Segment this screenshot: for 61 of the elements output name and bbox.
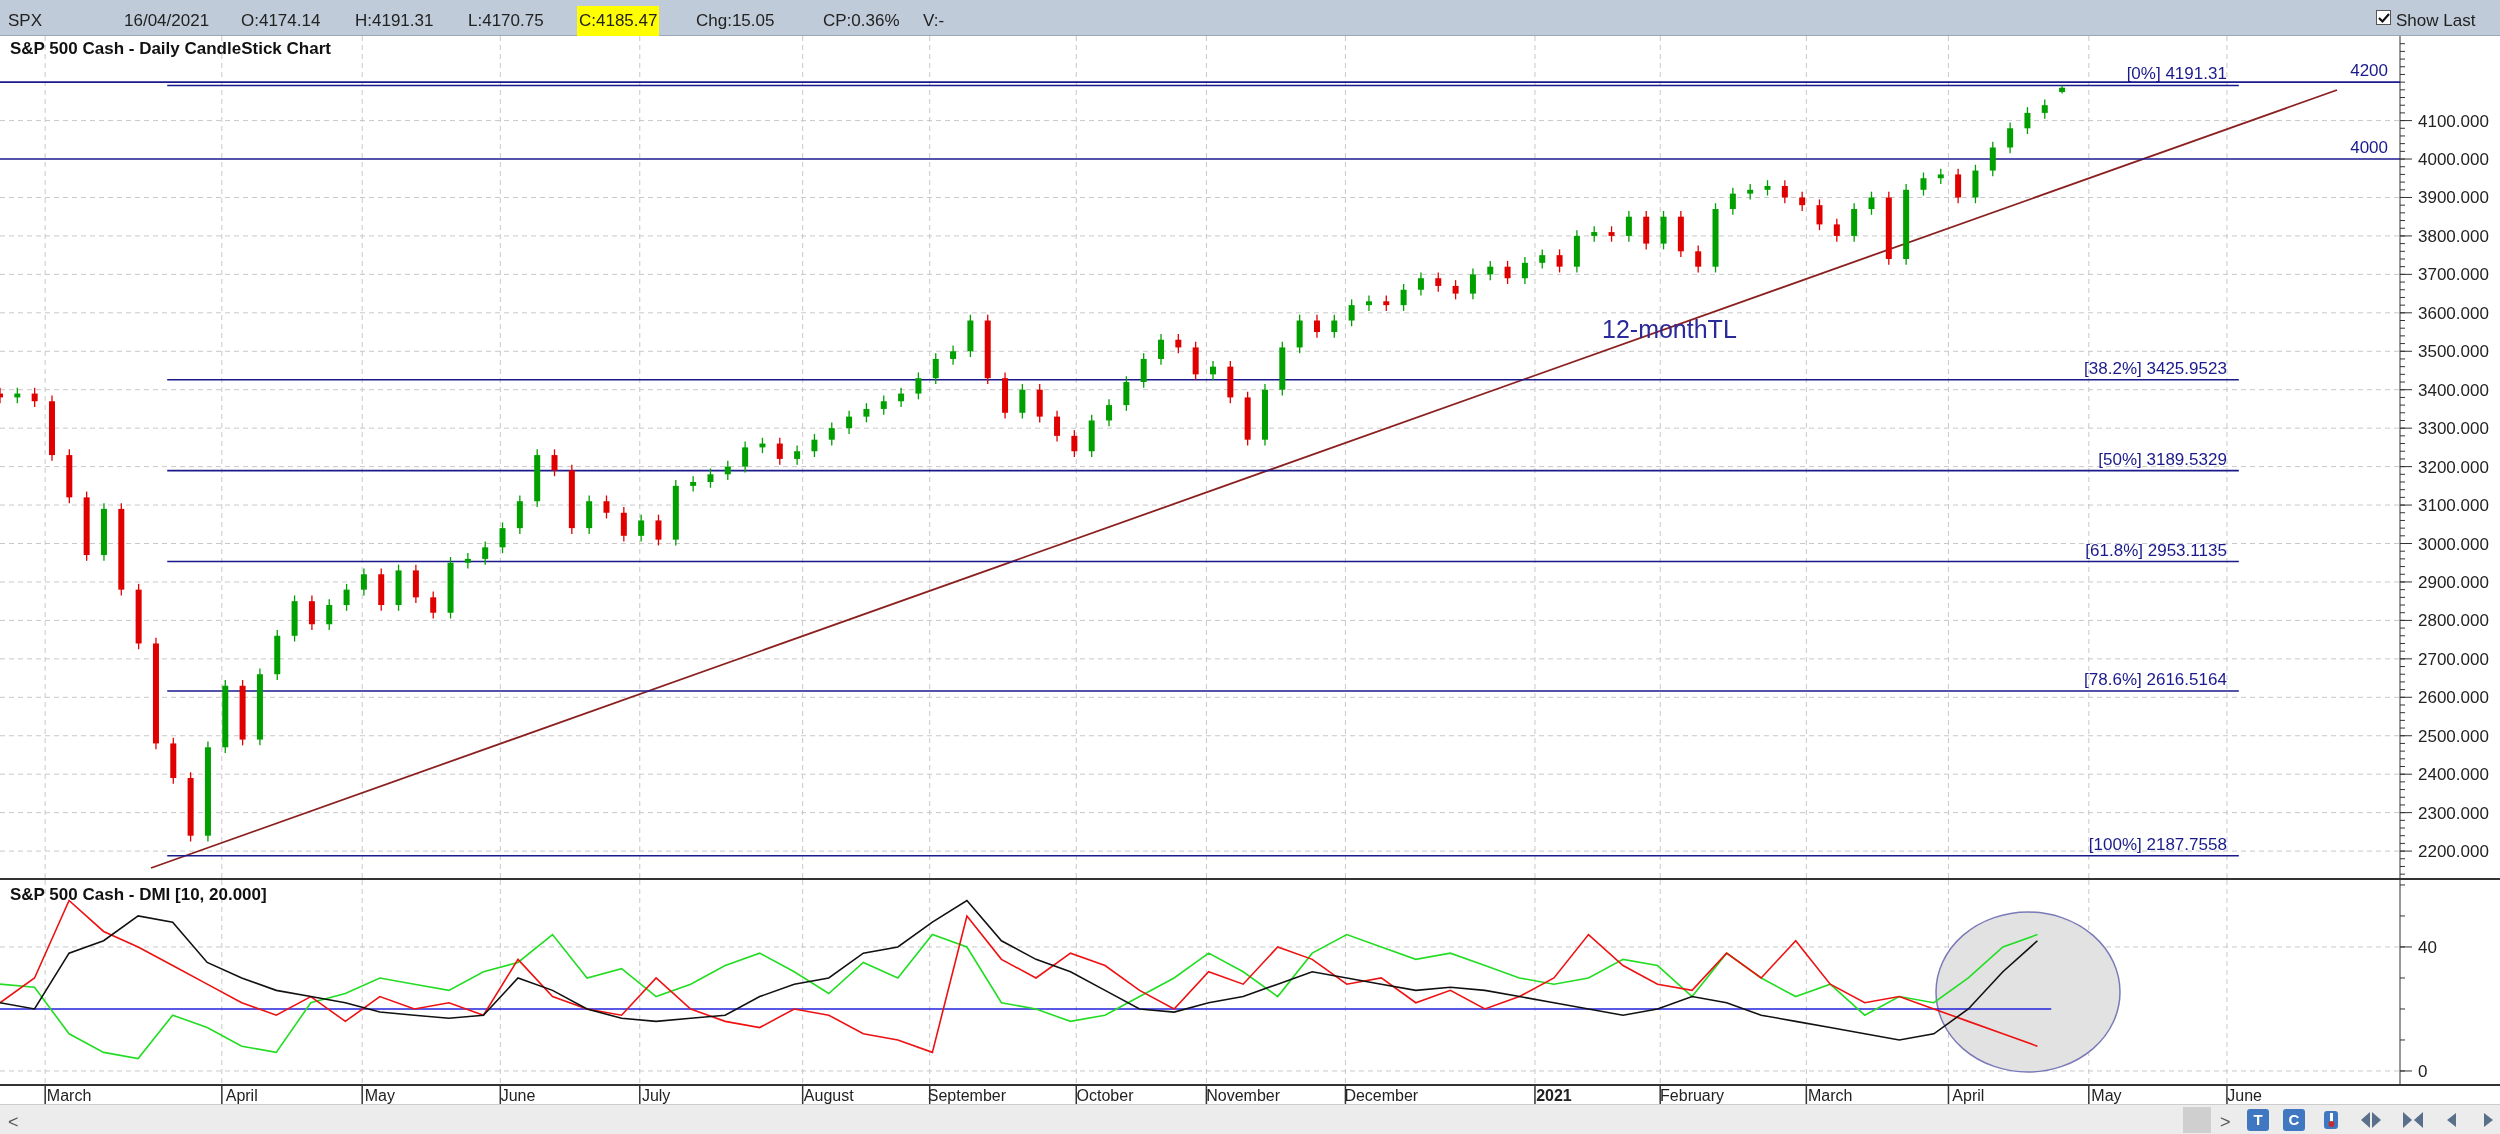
date-axis-label: June: [500, 1087, 536, 1104]
date-axis-label: May: [364, 1087, 395, 1104]
axis-label: 3300.000: [2418, 419, 2489, 439]
axis-label: 3800.000: [2418, 226, 2489, 246]
axis-label: 3600.000: [2418, 303, 2489, 323]
axis-label: 2500.000: [2418, 726, 2489, 746]
date-axis-label: July: [641, 1087, 671, 1104]
level-label: [0%] 4191.31: [2126, 64, 2227, 84]
scroll-left-button[interactable]: <: [8, 1109, 19, 1134]
scroll-bar[interactable]: < > T C: [0, 1104, 2500, 1134]
date-axis-label: December: [1344, 1087, 1419, 1104]
date-axis-label: March: [46, 1087, 92, 1104]
axis-label: 3100.000: [2418, 496, 2489, 516]
axis-label: 2300.000: [2418, 803, 2489, 823]
date-label: 16/04/2021: [124, 10, 210, 32]
quote-value: H:4191.31: [354, 10, 435, 32]
axis-label: 4100.000: [2418, 111, 2489, 131]
symbol-label: SPX: [8, 10, 43, 32]
quote-value: V:-: [922, 10, 946, 32]
date-axis-label: 2021: [1536, 1087, 1572, 1104]
date-axis-label: February: [1660, 1087, 1725, 1104]
axis-label: 3500.000: [2418, 342, 2489, 362]
quote-value: CP:0.36%: [822, 10, 901, 32]
axis-label: 2700.000: [2418, 649, 2489, 669]
toolbar-button[interactable]: T: [2247, 1109, 2269, 1131]
quote-value: L:4170.75: [467, 10, 545, 32]
axis-label: 2800.000: [2418, 611, 2489, 631]
axis-label: 3200.000: [2418, 457, 2489, 477]
date-axis-label: May: [2091, 1087, 2122, 1104]
toolbar-button[interactable]: C: [2283, 1109, 2305, 1131]
chart-title: S&P 500 Cash - Daily CandleStick Chart: [10, 39, 331, 58]
date-axis-label: October: [1076, 1087, 1134, 1104]
level-label: [100%] 2187.7558: [2088, 834, 2227, 854]
axis-label: 3400.000: [2418, 380, 2489, 400]
level-label: [61.8%] 2953.1135: [2085, 540, 2227, 560]
level-label: 4000: [2350, 138, 2388, 158]
quote-value: C:4185.47: [577, 6, 660, 36]
axis-label: 4000.000: [2418, 150, 2489, 170]
level-label: [38.2%] 3425.9523: [2084, 358, 2227, 378]
level-label: [50%] 3189.5329: [2098, 449, 2227, 469]
axis-label: 40: [2418, 937, 2437, 957]
checkbox-label[interactable]: Show Last: [2396, 8, 2476, 34]
axis-label: 2600.000: [2418, 688, 2489, 708]
level-label: [78.6%] 2616.5164: [2084, 669, 2227, 689]
date-axis-label: April: [225, 1087, 258, 1104]
level-label: 4200: [2350, 61, 2388, 81]
quote-value: Chg:15.05: [695, 10, 776, 32]
axis-label: 3700.000: [2418, 265, 2489, 285]
axis-label: 3900.000: [2418, 188, 2489, 208]
axis-label: 2400.000: [2418, 765, 2489, 785]
axis-label: 2200.000: [2418, 842, 2489, 862]
date-axis-label: November: [1206, 1087, 1281, 1104]
axis-label: 3000.000: [2418, 534, 2489, 554]
scroll-right-button[interactable]: >: [2220, 1109, 2231, 1134]
axis-label: 0: [2418, 1062, 2428, 1081]
date-axis-label: April: [1952, 1087, 1985, 1104]
date-axis-label: August: [803, 1087, 854, 1104]
date-axis-label: March: [1808, 1087, 1853, 1104]
indicator-title: S&P 500 Cash - DMI [10, 20.000]: [10, 885, 267, 904]
axis-label: 2900.000: [2418, 572, 2489, 592]
quote-value: O:4174.14: [240, 10, 322, 32]
